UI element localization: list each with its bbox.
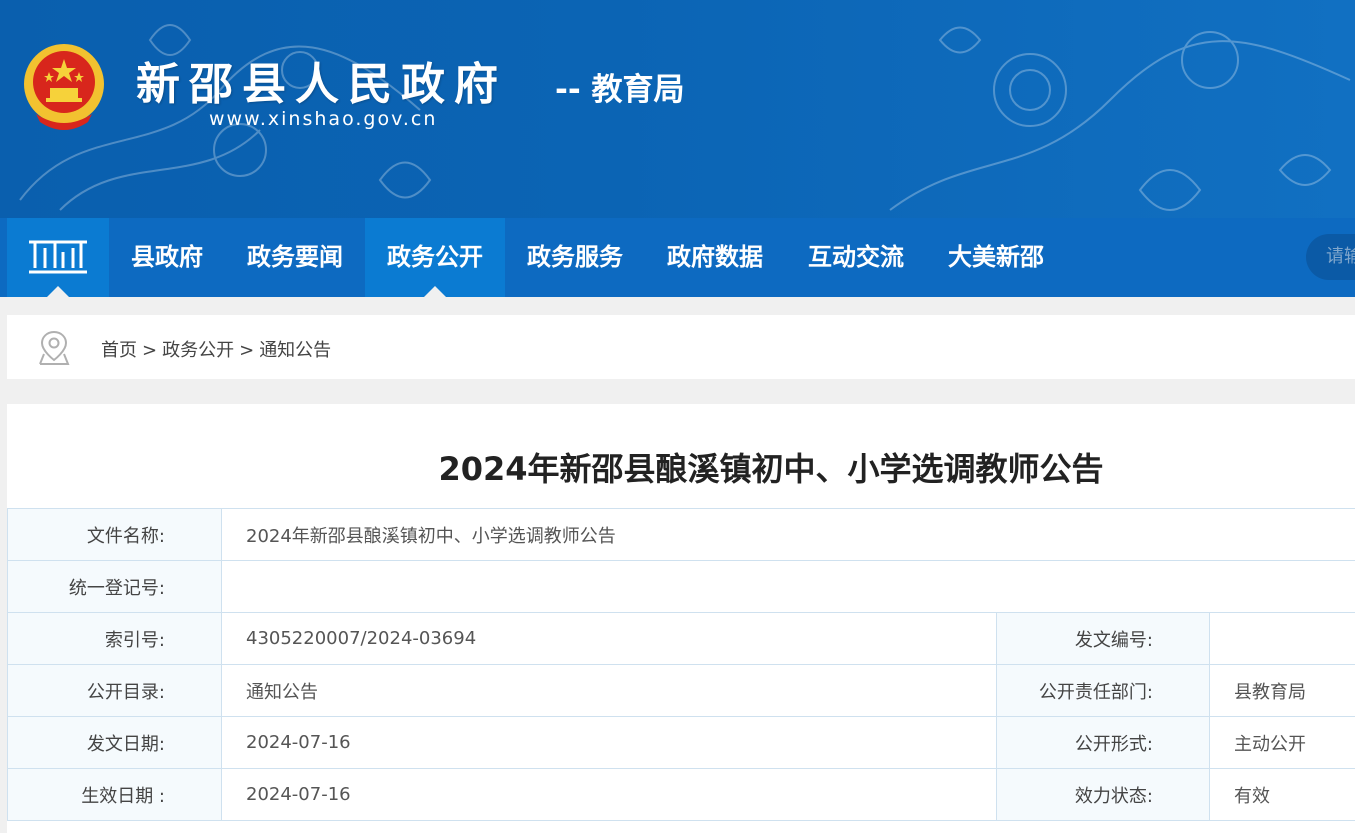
breadcrumb: 首页 > 政务公开 > 通知公告 [7,315,1355,379]
status-value: 有效 [1208,768,1355,821]
nav-item-gov-services[interactable]: 政务服务 [505,218,645,297]
dept-value: 县教育局 [1208,664,1355,717]
document-meta-table: 文件名称: 2024年新邵县酿溪镇初中、小学选调教师公告 统一登记号: 索引号:… [7,508,1355,821]
nav-item-beautiful-xinshao[interactable]: 大美新邵 [927,218,1065,297]
nav-item-county-gov[interactable]: 县政府 [109,218,225,297]
nav-item-interaction[interactable]: 互动交流 [785,218,927,297]
table-row: 文件名称: 2024年新邵县酿溪镇初中、小学选调教师公告 [7,508,1355,561]
index-value: 4305220007/2024-03694 [221,612,997,665]
main-nav: 县政府 政务要闻 政务公开 政务服务 政府数据 互动交流 大美新邵 请输 [0,218,1355,297]
issue-date-value: 2024-07-16 [221,716,997,769]
form-value: 主动公开 [1208,716,1355,769]
doc-no-value [1208,612,1355,665]
table-row: 索引号: 4305220007/2024-03694 发文编号: [7,612,1355,665]
table-row: 公开目录: 通知公告 公开责任部门: 县教育局 [7,664,1355,717]
breadcrumb-trail: 首页 > 政务公开 > 通知公告 [101,336,331,362]
header-banner: 新邵县人民政府 www.xinshao.gov.cn -- 教育局 [0,0,1355,218]
reg-no-value [220,560,1355,613]
catalog-label: 公开目录: [7,664,222,717]
breadcrumb-separator: > [239,340,255,361]
active-caret [424,286,446,297]
catalog-value: 通知公告 [221,664,997,717]
status-label: 效力状态: [996,768,1210,821]
table-row: 统一登记号: [7,560,1355,613]
doc-no-label: 发文编号: [996,612,1210,665]
file-name-label: 文件名称: [7,508,222,561]
index-label: 索引号: [7,612,222,665]
content-panel: 2024年新邵县酿溪镇初中、小学选调教师公告 文件名称: 2024年新邵县酿溪镇… [7,404,1355,833]
site-title: 新邵县人民政府 [136,59,507,110]
effective-date-label: 生效日期 : [7,768,222,821]
breadcrumb-separator: > [142,340,158,361]
nav-home-button[interactable] [7,218,109,297]
effective-date-value: 2024-07-16 [221,768,997,821]
nav-item-gov-openness[interactable]: 政务公开 [365,218,505,297]
breadcrumb-home-link[interactable]: 首页 [101,340,137,361]
nav-item-label: 政务公开 [387,243,483,271]
search-input[interactable]: 请输 [1306,234,1355,280]
breadcrumb-notice-link[interactable]: 通知公告 [259,340,331,361]
nav-item-gov-news[interactable]: 政务要闻 [225,218,365,297]
national-emblem-icon [24,44,104,130]
issue-date-label: 发文日期: [7,716,222,769]
floral-decoration-right [889,26,1351,211]
active-caret [47,286,69,297]
reg-no-label: 统一登记号: [7,560,222,613]
table-row: 生效日期 : 2024-07-16 效力状态: 有效 [7,768,1355,821]
dept-label: 公开责任部门: [996,664,1210,717]
document-title: 2024年新邵县酿溪镇初中、小学选调教师公告 [438,450,1104,488]
table-row: 发文日期: 2024-07-16 公开形式: 主动公开 [7,716,1355,769]
breadcrumb-openness-link[interactable]: 政务公开 [162,340,234,361]
nav-item-gov-data[interactable]: 政府数据 [645,218,785,297]
department-subtitle: -- 教育局 [555,72,685,108]
site-url: www.xinshao.gov.cn [209,108,438,130]
building-home-icon [29,240,87,274]
location-pin-icon [39,330,70,365]
file-name-value: 2024年新邵县酿溪镇初中、小学选调教师公告 [220,508,1355,561]
form-label: 公开形式: [996,716,1210,769]
